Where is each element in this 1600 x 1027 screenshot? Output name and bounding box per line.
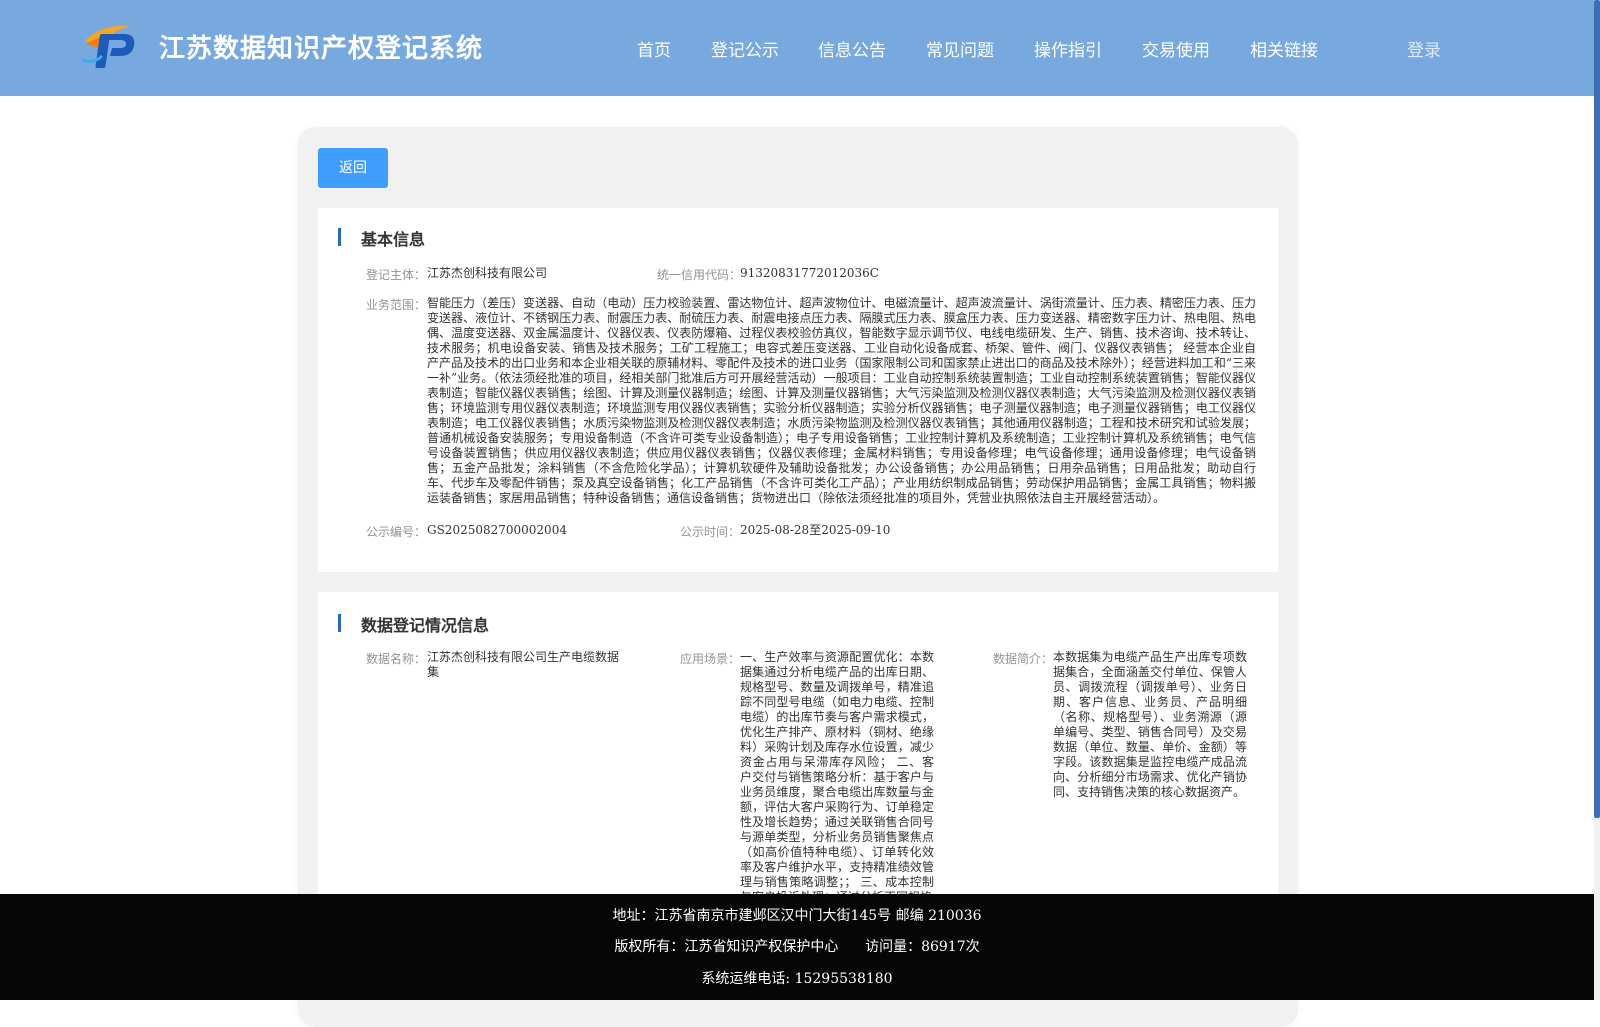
pub-time-label: 公示时间： <box>680 525 741 539</box>
footer-address: 地址：江苏省南京市建邺区汉中门大街145号 邮编 210036 <box>612 908 982 924</box>
basic-info-panel: 基本信息 登记主体： 江苏杰创科技有限公司 统一信用代码： 9132083177… <box>318 208 1278 572</box>
pub-no-value: GS2025082700002004 <box>427 523 567 537</box>
nav-guide[interactable]: 操作指引 <box>1034 36 1102 61</box>
ip-logo-icon[interactable] <box>80 20 138 70</box>
credit-code-value: 91320831772012036C <box>740 266 879 280</box>
data-name-label: 数据名称： <box>366 652 427 666</box>
nav-links[interactable]: 相关链接 <box>1250 36 1318 61</box>
scrollbar-thumb[interactable] <box>1594 0 1600 818</box>
scene-value: 一、生产效率与资源配置优化：本数据集通过分析电缆产品的出库日期、规格型号、数量及… <box>740 650 934 904</box>
scope-value: 智能压力（差压）变送器、自动（电动）压力校验装置、雷达物位计、超声波物位计、电磁… <box>427 296 1256 505</box>
top-header: 江苏数据知识产权登记系统 首页 登记公示 信息公告 常见问题 操作指引 交易使用… <box>0 0 1600 96</box>
nav-faq[interactable]: 常见问题 <box>926 36 994 61</box>
nav-registration-notice[interactable]: 登记公示 <box>711 36 779 61</box>
subject-label: 登记主体： <box>366 268 427 282</box>
basic-info-title: 基本信息 <box>338 226 425 250</box>
footer-phone: 系统运维电话: 15295538180 <box>701 971 893 987</box>
footer-visits: 访问量：86917次 <box>865 939 980 955</box>
intro-value: 本数据集为电缆产品生产出库专项数据集合，全面涵盖交付单位、保管人员、调拨流程（调… <box>1053 650 1247 799</box>
footer-copyright: 版权所有：江苏省知识产权保护中心 <box>614 939 839 955</box>
login-link[interactable]: 登录 <box>1407 36 1441 61</box>
pub-time-value: 2025-08-28至2025-09-10 <box>740 523 891 537</box>
footer-copyright-line: 版权所有：江苏省知识产权保护中心 访问量：86917次 <box>0 936 1594 956</box>
scope-label: 业务范围： <box>366 298 427 312</box>
data-registration-panel: 数据登记情况信息 数据名称： 江苏杰创科技有限公司生产电缆数据集 应用场景： 一… <box>318 592 1278 912</box>
page-footer: 地址：江苏省南京市建邺区汉中门大街145号 邮编 210036 版权所有：江苏省… <box>0 894 1594 1000</box>
intro-label: 数据简介： <box>993 652 1054 666</box>
data-name-value: 江苏杰创科技有限公司生产电缆数据集 <box>427 650 620 679</box>
data-info-title: 数据登记情况信息 <box>338 612 489 636</box>
subject-value: 江苏杰创科技有限公司 <box>427 266 548 280</box>
pub-no-label: 公示编号： <box>366 525 427 539</box>
nav-home[interactable]: 首页 <box>637 36 671 61</box>
credit-code-label: 统一信用代码： <box>657 268 742 282</box>
scene-label: 应用场景： <box>680 652 741 666</box>
site-title: 江苏数据知识产权登记系统 <box>159 34 484 64</box>
back-button[interactable]: 返回 <box>318 148 388 188</box>
nav-transaction[interactable]: 交易使用 <box>1142 36 1210 61</box>
nav-info-announcement[interactable]: 信息公告 <box>818 36 886 61</box>
